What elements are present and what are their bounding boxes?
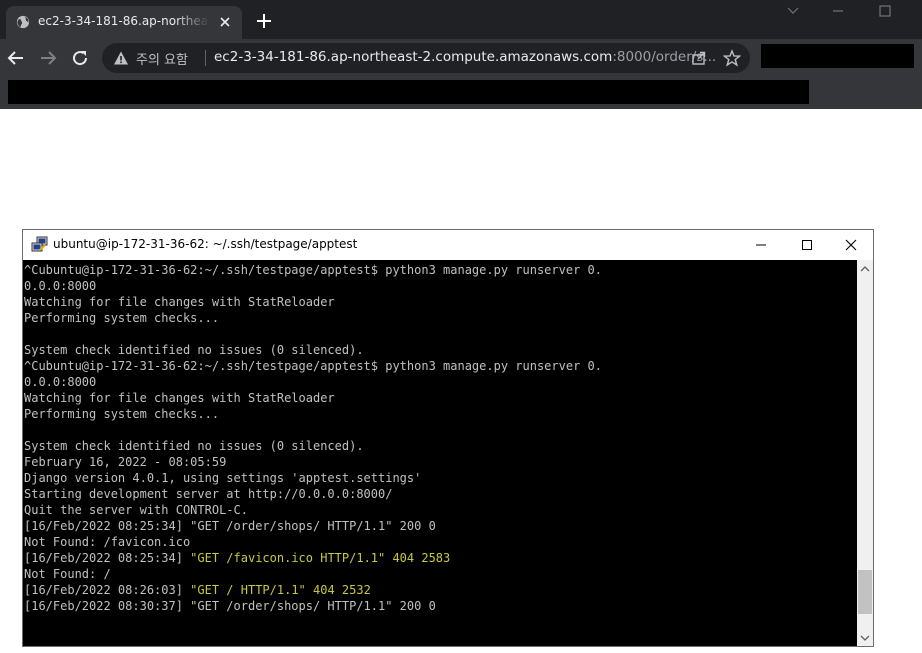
terminal-title: ubuntu@ip-172-31-36-62: ~/.ssh/testpage/… — [53, 237, 358, 251]
terminal-line-text: System check identified no issues (0 sil… — [24, 343, 364, 357]
terminal-line: System check identified no issues (0 sil… — [24, 342, 602, 358]
terminal-maximize-button[interactable] — [784, 230, 830, 260]
redacted-bookmarks — [8, 80, 809, 104]
terminal-line-text: System check identified no issues (0 sil… — [24, 439, 364, 453]
terminal-line: System check identified no issues (0 sil… — [24, 438, 602, 454]
terminal-line: Performing system checks... — [24, 310, 602, 326]
share-icon[interactable] — [690, 49, 708, 67]
terminal-line-text: 0.0.0:8000 — [24, 279, 97, 293]
terminal-lines: ^Cubuntu@ip-172-31-36-62:~/.ssh/testpage… — [24, 262, 602, 614]
warning-icon[interactable] — [113, 50, 129, 66]
terminal-line: Quit the server with CONTROL-C. — [24, 502, 602, 518]
terminal-close-button[interactable] — [828, 230, 874, 260]
terminal-line: [16/Feb/2022 08:25:34] "GET /order/shops… — [24, 518, 602, 534]
terminal-line: Starting development server at http://0.… — [24, 486, 602, 502]
scroll-up-arrow-icon[interactable] — [860, 265, 870, 273]
terminal-line-highlight: "GET / HTTP/1.1" 404 2532 — [190, 583, 371, 597]
terminal-line-text: Watching for file changes with StatReloa… — [24, 295, 335, 309]
terminal-line-text: Performing system checks... — [24, 311, 220, 325]
terminal-line: ^Cubuntu@ip-172-31-36-62:~/.ssh/testpage… — [24, 358, 602, 374]
close-icon — [845, 239, 857, 251]
terminal-line-text: [16/Feb/2022 08:25:34] "GET /order/shops… — [24, 519, 436, 533]
maximize-icon[interactable] — [878, 4, 892, 18]
minimize-icon — [756, 244, 766, 246]
bookmarks-bar — [0, 77, 922, 109]
terminal-line-text: Starting development server at http://0.… — [24, 487, 393, 501]
terminal-line-text: Watching for file changes with StatReloa… — [24, 391, 335, 405]
terminal-line-highlight: "GET /favicon.ico HTTP/1.1" 404 2583 — [190, 551, 451, 565]
terminal-line-text: Not Found: / — [24, 567, 111, 581]
terminal-line-text: [16/Feb/2022 08:30:37] "GET /order/shops… — [24, 599, 436, 613]
terminal-line: 0.0.0:8000 — [24, 278, 602, 294]
terminal-line: Watching for file changes with StatReloa… — [24, 294, 602, 310]
url-text[interactable]: ec2-3-34-181-86.ap-northeast-2.compute.a… — [214, 49, 716, 65]
tab-title-fade — [174, 10, 210, 34]
address-bar[interactable]: 주의 요함 ec2-3-34-181-86.ap-northeast-2.com… — [102, 43, 750, 73]
security-warning-label[interactable]: 주의 요함 — [136, 49, 188, 68]
terminal-window: ubuntu@ip-172-31-36-62: ~/.ssh/testpage/… — [22, 229, 874, 647]
terminal-line-text: [16/Feb/2022 08:26:03] — [24, 583, 191, 597]
minimize-icon[interactable] — [831, 4, 845, 18]
terminal-line-text: Performing system checks... — [24, 407, 220, 421]
forward-arrow-icon[interactable] — [38, 48, 58, 68]
terminal-line-text: February 16, 2022 - 08:05:59 — [24, 455, 227, 469]
redacted-profile-area — [761, 44, 914, 68]
terminal-line: ^Cubuntu@ip-172-31-36-62:~/.ssh/testpage… — [24, 262, 602, 278]
reload-icon[interactable] — [70, 48, 90, 68]
maximize-icon — [802, 240, 812, 250]
terminal-line-text: 0.0.0:8000 — [24, 375, 97, 389]
putty-icon — [31, 236, 48, 252]
terminal-scrollbar[interactable] — [857, 260, 873, 646]
terminal-line: [16/Feb/2022 08:25:34] "GET /favicon.ico… — [24, 550, 602, 566]
terminal-line: Watching for file changes with StatReloa… — [24, 390, 602, 406]
terminal-line: [16/Feb/2022 08:26:03] "GET / HTTP/1.1" … — [24, 582, 602, 598]
address-separator — [205, 50, 206, 66]
terminal-line: [16/Feb/2022 08:30:37] "GET /order/shops… — [24, 598, 602, 614]
url-host: ec2-3-34-181-86.ap-northeast-2.compute.a… — [214, 49, 613, 65]
terminal-line: February 16, 2022 - 08:05:59 — [24, 454, 602, 470]
terminal-minimize-button[interactable] — [738, 230, 784, 260]
browser-chrome: ec2-3-34-181-86.ap-northeast-2.compute.a… — [0, 0, 922, 109]
terminal-line: Not Found: /favicon.ico — [24, 534, 602, 550]
terminal-line-text: Not Found: /favicon.ico — [24, 535, 191, 549]
terminal-line-text: Django version 4.0.1, using settings 'ap… — [24, 471, 422, 485]
terminal-line-text: ^Cubuntu@ip-172-31-36-62:~/.ssh/testpage… — [24, 263, 602, 277]
scrollbar-thumb[interactable] — [858, 569, 872, 614]
close-icon[interactable] — [217, 14, 233, 30]
terminal-line-text: [16/Feb/2022 08:25:34] — [24, 551, 191, 565]
browser-toolbar: 주의 요함 ec2-3-34-181-86.ap-northeast-2.com… — [0, 39, 922, 77]
new-tab-icon[interactable] — [255, 12, 273, 30]
scroll-down-arrow-icon[interactable] — [860, 634, 870, 642]
browser-tab[interactable]: ec2-3-34-181-86.ap-northeast-2.compute.a… — [6, 6, 242, 39]
terminal-line: Not Found: / — [24, 566, 602, 582]
terminal-output[interactable]: ^Cubuntu@ip-172-31-36-62:~/.ssh/testpage… — [23, 260, 857, 646]
terminal-line: Django version 4.0.1, using settings 'ap… — [24, 470, 602, 486]
terminal-line: Performing system checks... — [24, 406, 602, 422]
chevron-down-icon[interactable] — [786, 4, 800, 18]
terminal-titlebar[interactable]: ubuntu@ip-172-31-36-62: ~/.ssh/testpage/… — [23, 230, 873, 260]
back-arrow-icon[interactable] — [6, 48, 26, 68]
star-icon[interactable] — [723, 49, 741, 67]
terminal-line: 0.0.0:8000 — [24, 374, 602, 390]
terminal-line-text: Quit the server with CONTROL-C. — [24, 503, 248, 517]
globe-icon — [16, 15, 30, 29]
terminal-line-text: ^Cubuntu@ip-172-31-36-62:~/.ssh/testpage… — [24, 359, 602, 373]
